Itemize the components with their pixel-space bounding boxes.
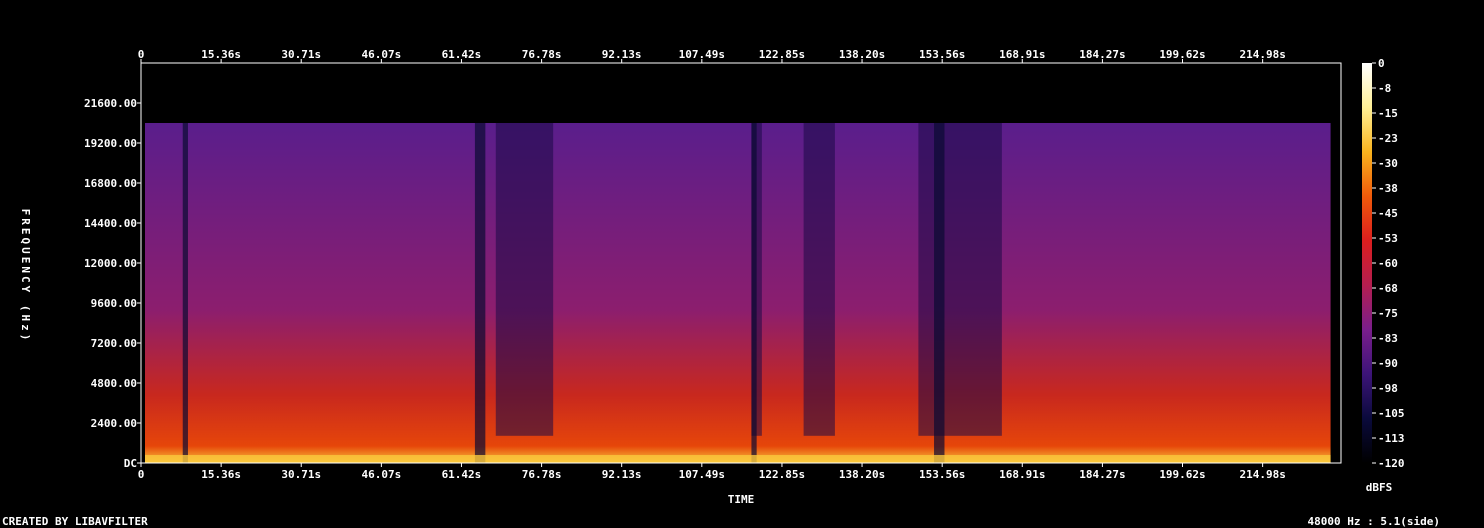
y-tick-label-8: 19200.00 [84,137,137,150]
x-tick-top-label-1: 15.36s [201,48,241,61]
x-tick-bottom-label-4: 61.42s [442,468,482,481]
x-tick-bottom-label-3: 46.07s [361,468,401,481]
quiet-segment-2 [751,123,757,463]
colorbar-tick-label-7: -53 [1378,232,1398,245]
quiet-segment-3 [934,123,945,463]
colorbar-tick-label-12: -90 [1378,357,1398,370]
colorbar-tick-label-1: -8 [1378,82,1391,95]
x-tick-top-label-13: 199.62s [1159,48,1205,61]
y-tick-label-0: DC [124,457,137,470]
colorbar-tick-label-8: -60 [1378,257,1398,270]
x-tick-bottom-label-1: 15.36s [201,468,241,481]
x-axis-top: 0 15.36s 30.71s 46.07s 61.42s 76.78s 92.13s 107… [138,48,1286,63]
colorbar-tick-label-0: 0 [1378,57,1385,70]
colorbar-tick-label-6: -45 [1378,207,1398,220]
x-tick-top-label-14: 214.98s [1239,48,1285,61]
y-tick-label-4: 9600.00 [91,297,137,310]
x-tick-top-label-9: 138.20s [839,48,885,61]
colorbar-tick-label-10: -75 [1378,307,1398,320]
spectrum-body [145,123,1331,463]
x-tick-bottom-label-6: 92.13s [602,468,642,481]
x-tick-bottom-label-14: 214.98s [1239,468,1285,481]
colorbar-tick-label-14: -105 [1378,407,1405,420]
x-tick-bottom-label-9: 138.20s [839,468,885,481]
colorbar-tick-label-15: -113 [1378,432,1405,445]
y-axis: DC 2400.00 4800.00 7200.00 9600.00 12000.00 14… [84,97,141,470]
x-axis-bottom: 0 15.36s 30.71s 46.07s 61.42s 76.78s 92.13s 107… [138,463,1286,481]
dark-band-2 [803,123,835,436]
colorbar-tick-label-3: -23 [1378,132,1398,145]
x-tick-top-label-8: 122.85s [759,48,805,61]
x-tick-top-label-5: 76.78s [522,48,562,61]
x-tick-top-label-12: 184.27s [1079,48,1125,61]
x-tick-bottom-label-7: 107.49s [679,468,725,481]
colorbar-label: dBFS [1366,481,1393,494]
x-tick-bottom-label-8: 122.85s [759,468,805,481]
x-tick-top-label-10: 153.56s [919,48,965,61]
y-tick-label-7: 16800.00 [84,177,137,190]
y-tick-label-2: 4800.00 [91,377,137,390]
x-tick-bottom-label-13: 199.62s [1159,468,1205,481]
x-tick-bottom-label-2: 30.71s [281,468,321,481]
spectrogram-plot-area [140,62,1342,464]
footer-right: 48000 Hz : 5.1(side) [1308,515,1440,528]
y-tick-label-6: 14400.00 [84,217,137,230]
x-tick-bottom-label-11: 168.91s [999,468,1045,481]
dark-band-0 [495,123,554,436]
spectrogram-chart: 0 15.36s 30.71s 46.07s 61.42s 76.78s 92.13s 107… [2,48,1440,528]
y-tick-label-1: 2400.00 [91,417,137,430]
quiet-segment-1 [474,123,486,463]
y-axis-label: FREQUENCY (Hz) [19,209,32,344]
low-frequency-band [145,455,1331,463]
dark-band-3 [918,123,1002,436]
x-tick-top-label-6: 92.13s [602,48,642,61]
x-tick-bottom-label-12: 184.27s [1079,468,1125,481]
quiet-segment-0 [182,123,188,463]
x-tick-top-label-11: 168.91s [999,48,1045,61]
x-tick-top-label-3: 46.07s [361,48,401,61]
colorbar-tick-label-16: -120 [1378,457,1405,470]
x-tick-top-label-2: 30.71s [281,48,321,61]
colorbar: 0 -8 -15 -23 -30 -38 -45 -53 -60 -68 -75 -83 -90 -98 -… [1362,57,1405,470]
x-tick-bottom-label-10: 153.56s [919,468,965,481]
colorbar-tick-label-2: -15 [1378,107,1398,120]
x-tick-top-label-7: 107.49s [679,48,725,61]
x-tick-bottom-label-0: 0 [138,468,145,481]
y-tick-label-9: 21600.00 [84,97,137,110]
colorbar-tick-label-11: -83 [1378,332,1398,345]
y-tick-label-3: 7200.00 [91,337,137,350]
x-tick-top-label-0: 0 [138,48,145,61]
footer-left: CREATED BY LIBAVFILTER [2,515,148,528]
colorbar-strip [1362,63,1372,463]
y-tick-label-5: 12000.00 [84,257,137,270]
colorbar-tick-label-9: -68 [1378,282,1398,295]
colorbar-tick-label-4: -30 [1378,157,1398,170]
x-tick-bottom-label-5: 76.78s [522,468,562,481]
x-axis-label: TIME [728,493,755,506]
colorbar-tick-label-13: -98 [1378,382,1398,395]
colorbar-tick-label-5: -38 [1378,182,1398,195]
x-tick-top-label-4: 61.42s [442,48,482,61]
